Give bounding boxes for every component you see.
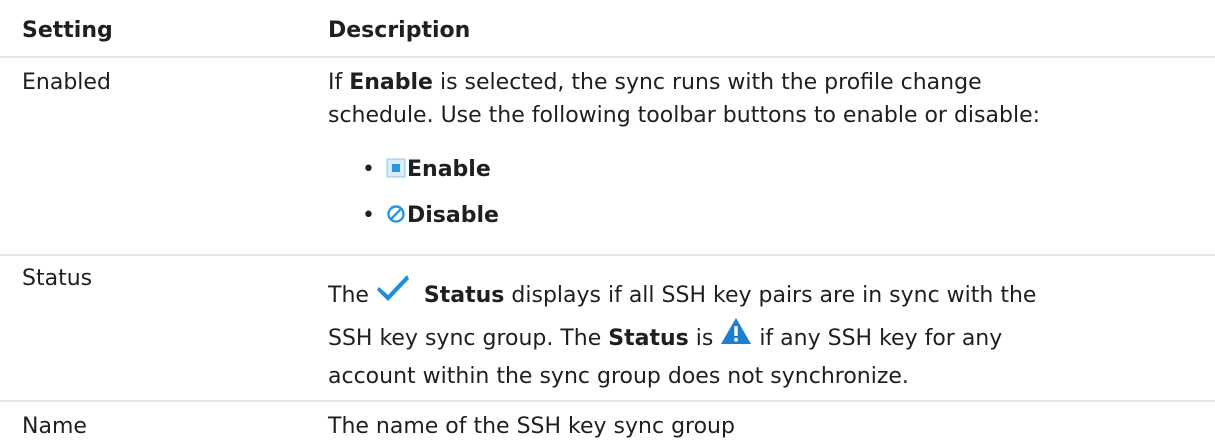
bullet-enable-label: Enable: [407, 157, 491, 182]
setting-name: Name: [22, 414, 87, 439]
bullet-dot: •: [362, 157, 375, 182]
bullet-disable-label: Disable: [407, 203, 499, 228]
row-divider: [0, 254, 1215, 256]
row-divider: [0, 400, 1215, 402]
disable-icon: [386, 201, 406, 234]
status-term: Status: [608, 326, 689, 351]
description-status: The Status displays if all SSH key pairs…: [328, 272, 1208, 393]
setting-status: Status: [22, 266, 93, 291]
setting-enabled: Enabled: [22, 70, 111, 95]
status-term: Status: [423, 283, 505, 308]
bullet-enable: • Enable: [362, 153, 491, 188]
description-enabled: If Enable is selected, the sync runs wit…: [328, 66, 1208, 132]
description-status-line3: account within the sync group does not s…: [328, 364, 909, 389]
description-enabled-line1: If Enable is selected, the sync runs wit…: [328, 70, 982, 95]
header-description: Description: [328, 18, 471, 43]
description-enabled-line2: schedule. Use the following toolbar butt…: [328, 103, 1041, 128]
description-name: The name of the SSH key sync group: [328, 414, 735, 439]
enable-icon: [386, 155, 406, 188]
enable-term: Enable: [349, 70, 433, 95]
bullet-dot: •: [362, 203, 375, 228]
description-status-line2: SSH key sync group. The Status is if any…: [328, 317, 1208, 360]
checkmark-icon: [376, 272, 410, 317]
header-divider: [0, 56, 1215, 58]
description-status-line1: The Status displays if all SSH key pairs…: [328, 272, 1208, 317]
warning-icon: [720, 317, 752, 360]
bullet-disable: • Disable: [362, 199, 499, 234]
header-setting: Setting: [22, 18, 113, 43]
